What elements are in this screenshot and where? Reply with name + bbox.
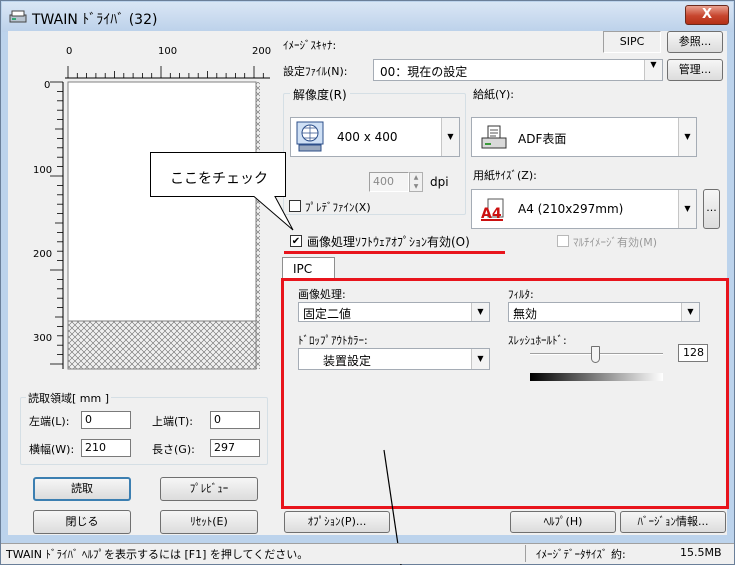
data-size-value: 15.5MB [680, 546, 722, 559]
length-label: 長さ(G): [152, 443, 195, 456]
multi-image-label: ﾏﾙﾁｲﾒｰｼﾞ有効(M) [573, 236, 658, 249]
paper-size-value: A4 (210x297mm) [518, 202, 624, 216]
tab-ipc-label: IPC [293, 262, 313, 276]
settings-file-label: 設定ﾌｧｲﾙ(N): [283, 65, 348, 78]
ruler-top-label-0: 0 [66, 46, 73, 57]
filter-value: 無効 [513, 307, 538, 321]
image-processing-value: 固定二値 [303, 307, 352, 321]
close-window-button[interactable]: X [685, 5, 729, 25]
settings-file-value: 00：現在の設定 [380, 65, 468, 79]
paper-size-select[interactable]: A4 A4 (210x297mm) ▼ [471, 189, 697, 229]
resolution-grid-icon [296, 121, 324, 152]
filter-label: ﾌｨﾙﾀ: [508, 288, 534, 301]
scan-button[interactable]: 読取 [33, 477, 131, 501]
feed-value: ADF表面 [518, 132, 567, 146]
callout-text: ここをチェック [170, 171, 268, 187]
length-input[interactable]: 297 [210, 439, 260, 457]
resolution-spin-input[interactable]: 400 [369, 172, 409, 192]
chevron-down-icon: ▼ [441, 118, 459, 156]
chevron-down-icon: ▼ [681, 303, 699, 321]
preview-button[interactable]: ﾌﾟﾚﾋﾞｭｰ [160, 477, 258, 501]
width-label: 横幅(W): [29, 443, 75, 456]
image-processing-select[interactable]: 固定二値 ▼ [298, 302, 490, 322]
chevron-down-icon: ▼ [678, 118, 696, 156]
feed-select[interactable]: ADF表面 ▼ [471, 117, 697, 157]
data-size-label: ｲﾒｰｼﾞﾃﾞｰﾀｻｲｽﾞ 約: [536, 548, 626, 561]
paper-size-label: 用紙ｻｲｽﾞ(Z): [473, 169, 537, 182]
ipc-option-checkbox[interactable]: ✔ [290, 235, 302, 247]
width-input[interactable]: 210 [81, 439, 131, 457]
a4-paper-icon: A4 [481, 198, 504, 222]
chevron-down-icon: ▼ [471, 303, 489, 321]
options-button[interactable]: ｵﾌﾟｼｮﾝ(P)... [284, 511, 390, 533]
feed-label: 給紙(Y): [473, 88, 515, 101]
scanner-app-icon [9, 10, 27, 23]
left-edge-label: 左端(L): [29, 415, 70, 428]
resolution-spinner[interactable]: ▲ ▼ [409, 172, 423, 192]
threshold-value-input[interactable]: 128 [678, 344, 708, 362]
chevron-down-icon: ▼ [678, 190, 696, 228]
threshold-slider-thumb[interactable] [591, 346, 600, 363]
ipc-option-label: 画像処理ｿﾌﾄｳｪｱｵﾌﾟｼｮﾝ有効(O) [307, 235, 470, 249]
ruler-top-label-100: 100 [158, 46, 178, 57]
top-edge-input[interactable]: 0 [210, 411, 260, 429]
close-button[interactable]: 閉じる [33, 510, 131, 534]
ruler-left-label-200: 200 [33, 249, 53, 260]
scanner-name-field: SIPC [603, 31, 661, 53]
image-processing-label: 画像処理: [298, 288, 346, 301]
scanner-label: ｲﾒｰｼﾞｽｷｬﾅ: [283, 39, 337, 52]
ruler-top-label-200: 200 [252, 46, 272, 57]
top-edge-label: 上端(T): [152, 415, 194, 428]
title-bar[interactable]: TWAIN ﾄﾞﾗｲﾊﾞ (32) X [2, 2, 733, 32]
top-ruler [65, 66, 270, 79]
reset-button[interactable]: ﾘｾｯﾄ(E) [160, 510, 258, 534]
version-info-button[interactable]: ﾊﾞｰｼﾞｮﾝ情報... [620, 511, 726, 533]
paper-size-more-button[interactable]: ... [703, 189, 720, 229]
resolution-value: 400 x 400 [337, 130, 398, 144]
ruler-left-label-0: 0 [44, 80, 51, 91]
threshold-label: ｽﾚｯｼｭﾎｰﾙﾄﾞ: [508, 334, 567, 347]
dropout-color-label: ﾄﾞﾛｯﾌﾟｱｳﾄｶﾗｰ: [298, 334, 368, 347]
tab-ipc[interactable]: IPC [282, 257, 335, 279]
resolution-select[interactable]: 400 x 400 ▼ [290, 117, 460, 157]
window-title: TWAIN ﾄﾞﾗｲﾊﾞ (32) [32, 12, 158, 28]
settings-file-select[interactable]: 00：現在の設定 ▼ [373, 59, 663, 81]
status-help-text: TWAIN ﾄﾞﾗｲﾊﾞ ﾍﾙﾌﾟを表示するには [F1] を押してください。 [6, 548, 309, 561]
status-divider [525, 545, 526, 562]
dropout-color-value: 装置設定 [323, 354, 372, 368]
ruler-left-label-100: 100 [33, 165, 53, 176]
scanner-browse-button[interactable]: 参照... [667, 31, 723, 53]
filter-select[interactable]: 無効 ▼ [508, 302, 700, 322]
settings-manage-button[interactable]: 管理... [667, 59, 723, 81]
adf-scanner-icon [481, 125, 507, 149]
resolution-label: 解像度(R) [290, 86, 350, 103]
left-ruler [50, 81, 64, 369]
help-button[interactable]: ﾍﾙﾌﾟ(H) [510, 511, 616, 533]
preset-label: ﾌﾟﾚﾃﾞﾌｧｲﾝ(X) [305, 201, 371, 214]
read-area-label: 読取領域[ mm ] [26, 390, 112, 406]
chevron-down-icon: ▼ [644, 60, 662, 80]
chevron-down-icon: ▼ [471, 349, 489, 369]
preview-out-of-range [67, 320, 257, 370]
multi-image-checkbox[interactable] [557, 235, 569, 247]
left-edge-input[interactable]: 0 [81, 411, 131, 429]
dpi-unit-label: dpi [430, 175, 449, 189]
ruler-left-label-300: 300 [33, 333, 53, 344]
ipc-option-highlight-underline [284, 251, 505, 254]
callout-balloon [150, 152, 294, 231]
dropout-color-select[interactable]: 装置設定 ▼ [298, 348, 490, 370]
threshold-gradient-bar [530, 373, 663, 381]
